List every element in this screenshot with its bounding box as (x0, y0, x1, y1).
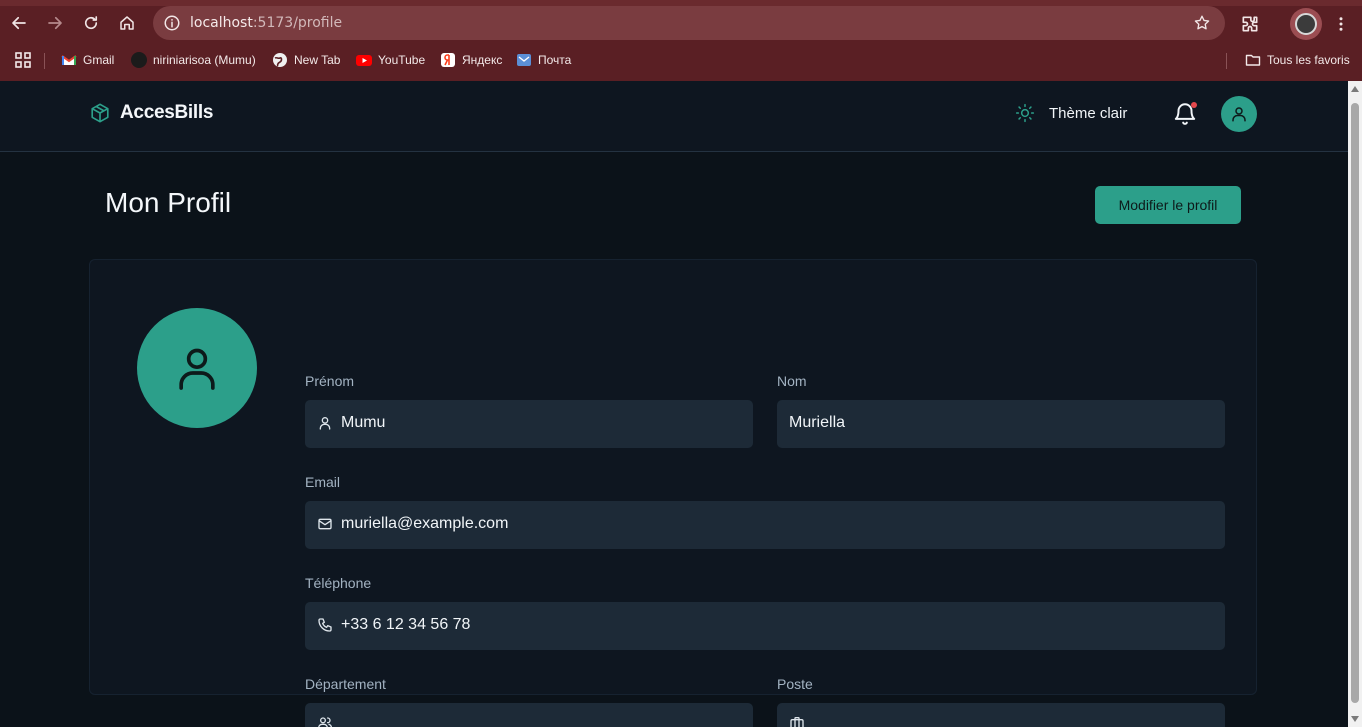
position-field[interactable] (777, 703, 1225, 727)
brand[interactable]: AccesBills (89, 102, 213, 124)
back-button[interactable] (7, 11, 31, 35)
bookmark-divider (44, 53, 45, 69)
bookmark-label: New Tab (294, 53, 341, 67)
phone-field[interactable]: +33 6 12 34 56 78 (305, 602, 1225, 650)
browser-chrome: localhost:5173/profile Gmail niriniariso… (0, 0, 1362, 81)
more-menu-icon[interactable] (1332, 14, 1350, 34)
users-icon (317, 715, 333, 727)
bookmark-label: YouTube (378, 53, 426, 67)
browser-profile-avatar[interactable] (1290, 8, 1322, 40)
user-icon (179, 348, 215, 390)
last-name-field[interactable]: Muriella (777, 400, 1225, 448)
bookmark-new-tab[interactable]: New Tab (272, 51, 340, 69)
edit-profile-button[interactable]: Modifier le profil (1095, 186, 1241, 224)
phone-label: Téléphone (305, 575, 372, 591)
user-icon (317, 415, 333, 431)
bookmark-mail[interactable]: Почта (516, 51, 571, 69)
url-path: :5173/profile (252, 15, 343, 31)
box-logo-icon (91, 103, 109, 123)
site-info-icon[interactable] (163, 14, 181, 32)
email-field[interactable]: muriella@example.com (305, 501, 1225, 549)
apps-grid-icon (15, 52, 31, 68)
mail-icon (317, 516, 333, 532)
position-label: Poste (777, 676, 813, 692)
url-host: localhost (190, 15, 253, 31)
arrow-right-icon (48, 16, 62, 30)
first-name-field[interactable]: Mumu (305, 400, 753, 448)
scrollbar-thumb[interactable] (1351, 103, 1359, 703)
page-title: Mon Profil (105, 187, 232, 218)
mail-app-icon (517, 54, 531, 66)
yandex-icon (441, 53, 455, 67)
forward-button[interactable] (43, 11, 67, 35)
theme-toggle-button[interactable]: Thème clair (1015, 103, 1127, 123)
page-scrollbar[interactable] (1348, 81, 1362, 727)
youtube-icon (356, 55, 372, 66)
brand-name: AccesBills (120, 102, 214, 123)
profile-image (1295, 13, 1317, 35)
sun-icon (1015, 103, 1035, 123)
bookmark-label: niriniarisoa (Mumu) (153, 53, 256, 67)
folder-icon (1245, 54, 1261, 66)
bookmark-star-icon[interactable] (1193, 14, 1211, 32)
app-header: AccesBills Thème clair (0, 81, 1348, 152)
profile-avatar (137, 308, 257, 428)
email-label: Email (305, 474, 341, 490)
phone-value: +33 6 12 34 56 78 (341, 616, 471, 633)
gmail-icon (61, 55, 77, 65)
globe-icon (273, 53, 287, 67)
first-name-value: Mumu (341, 414, 386, 431)
user-menu-avatar[interactable] (1221, 96, 1257, 132)
bookmarks-bar: Gmail niriniarisoa (Mumu) New Tab YouTub… (0, 45, 1362, 75)
first-name-label: Prénom (305, 373, 355, 389)
home-icon (120, 16, 134, 30)
scroll-down-arrow[interactable] (1351, 716, 1359, 722)
home-button[interactable] (115, 11, 139, 35)
reload-button[interactable] (79, 11, 103, 35)
last-name-value: Muriella (789, 414, 846, 431)
last-name-label: Nom (777, 373, 807, 389)
url-text: localhost:5173/profile (190, 15, 342, 31)
user-icon (1232, 107, 1246, 122)
theme-label: Thème clair (1049, 104, 1128, 122)
all-bookmarks[interactable]: Tous les favoris (1245, 51, 1350, 69)
department-label: Département (305, 676, 386, 692)
address-bar[interactable]: localhost:5173/profile (153, 6, 1225, 40)
bookmark-label: Gmail (83, 53, 115, 67)
bookmark-github[interactable]: niriniarisoa (Mumu) (131, 51, 256, 69)
bookmark-youtube[interactable]: YouTube (356, 51, 425, 69)
profile-card: Prénom Mumu Nom Muriella Email muriella@… (89, 259, 1257, 727)
notifications-button[interactable] (1172, 101, 1198, 127)
app-root: AccesBills Thème clair Mon Profil Modifi… (0, 81, 1348, 727)
apps-button[interactable] (15, 51, 31, 69)
scroll-up-arrow[interactable] (1351, 86, 1359, 92)
reload-icon (84, 16, 98, 30)
github-icon (131, 52, 147, 68)
extensions-icon[interactable] (1240, 14, 1260, 34)
bookmark-label: Яндекс (462, 53, 503, 67)
all-bookmarks-label: Tous les favoris (1267, 53, 1350, 67)
browser-toolbar: localhost:5173/profile (0, 4, 1362, 42)
department-field[interactable] (305, 703, 753, 727)
bookmark-yandex[interactable]: Яндекс (440, 51, 502, 69)
email-value: muriella@example.com (341, 515, 509, 532)
bookmark-label: Почта (538, 53, 572, 67)
arrow-left-icon (12, 16, 26, 30)
bookmark-gmail[interactable]: Gmail (61, 51, 114, 69)
briefcase-icon (789, 715, 805, 727)
bookmark-divider (1226, 53, 1227, 69)
phone-icon (317, 617, 333, 633)
notification-dot (1191, 102, 1197, 108)
